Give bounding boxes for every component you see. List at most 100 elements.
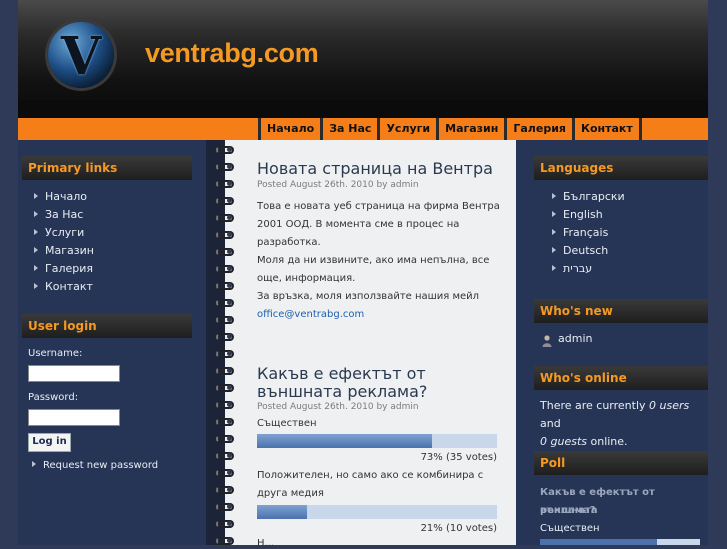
spiral-hole	[227, 181, 232, 186]
article-title-new-site[interactable]: Новата страница на Вентра	[257, 159, 493, 178]
article-title-poll-line2[interactable]: външната реклама?	[257, 382, 427, 401]
spiral-hole	[227, 453, 232, 458]
page: V ventrabg.com Начало За Нас Услуги Мага…	[18, 0, 708, 549]
poll-bar-track	[257, 505, 497, 519]
nav-item-services[interactable]: Услуги	[377, 118, 436, 140]
whos-new-title: Who's new	[534, 299, 708, 323]
bullet-icon	[34, 193, 38, 199]
primary-link-label: Услуги	[45, 226, 85, 239]
poll-bar-track	[257, 434, 497, 448]
nav-item-gallery[interactable]: Галерия	[504, 118, 572, 140]
poll-choice-text-cutoff: Н...	[257, 538, 275, 549]
language-label: Deutsch	[563, 244, 609, 257]
spiral-hole	[227, 164, 232, 169]
primary-link-gallery[interactable]: Галерия	[34, 262, 93, 275]
article-body: Това е новата уеб страница на фирма Вент…	[257, 198, 507, 324]
main-navigation-bar: Начало За Нас Услуги Магазин Галерия Кон…	[18, 118, 708, 140]
poll-choice-text: Положителен, но само ако се комбинира с	[257, 470, 484, 481]
login-button[interactable]: Log in	[28, 433, 71, 452]
spiral-hole	[227, 334, 232, 339]
spiral-hole	[227, 215, 232, 220]
primary-link-services[interactable]: Услуги	[34, 226, 84, 239]
spiral-hole	[227, 198, 232, 203]
bullet-icon	[32, 461, 36, 467]
language-label: עברית	[563, 262, 593, 275]
poll-question-line: реклама?	[540, 505, 596, 516]
article-body-line: Моля да ни извините, ако има непълна, вс…	[257, 255, 490, 266]
spiral-hole	[227, 504, 232, 509]
primary-link-contact[interactable]: Контакт	[34, 280, 93, 293]
article-body-line: За връзка, моля използвайте нашия мейл	[257, 291, 480, 302]
spiral-hole	[227, 147, 232, 152]
language-english[interactable]: English	[552, 208, 603, 221]
primary-link-about[interactable]: За Нас	[34, 208, 83, 221]
site-name[interactable]: ventrabg.com	[145, 38, 319, 69]
bullet-icon	[34, 229, 38, 235]
spiral-hole	[227, 470, 232, 475]
spiral-hole	[227, 521, 232, 526]
email-link[interactable]: office@ventrabg.com	[257, 306, 507, 324]
language-label: English	[563, 208, 603, 221]
whos-online-text-part: and	[540, 417, 561, 430]
bullet-icon	[552, 193, 556, 199]
article-body-line: Това е новата уеб страница на фирма Вент…	[257, 201, 500, 212]
poll-choice-label: Съществен	[540, 523, 600, 534]
article-body-line: 2001 ООД. В момента сме в процес на	[257, 219, 460, 230]
bullet-icon	[552, 247, 556, 253]
bullet-icon	[552, 229, 556, 235]
language-hebrew[interactable]: עברית	[552, 262, 592, 275]
request-new-password-link[interactable]: Request new password	[32, 460, 158, 471]
poll-bar-fill	[257, 505, 308, 519]
bullet-icon	[34, 211, 38, 217]
languages-title: Languages	[534, 156, 708, 180]
poll-bar-fill	[257, 434, 433, 448]
users-count: 0 users	[649, 399, 690, 412]
spiral-hole	[227, 249, 232, 254]
nav-item-contact[interactable]: Контакт	[571, 118, 642, 140]
header: V ventrabg.com	[18, 0, 708, 118]
password-label: Password:	[28, 392, 79, 403]
primary-links-title: Primary links	[22, 156, 192, 180]
primary-link-home[interactable]: Начало	[34, 190, 87, 203]
whos-online-title: Who's online	[534, 366, 708, 390]
whos-online-text-part: There are currently	[540, 399, 650, 412]
spiral-hole	[227, 402, 232, 407]
spiral-hole	[227, 368, 232, 373]
poll-submitted-info: Posted August 26th. 2010 by admin	[257, 402, 419, 412]
article-submitted-info: Posted August 26th. 2010 by admin	[257, 180, 419, 190]
primary-link-label: Магазин	[45, 244, 94, 257]
username-input[interactable]	[28, 365, 120, 382]
poll-choice-text: друга медия	[257, 488, 324, 499]
language-german[interactable]: Deutsch	[552, 244, 608, 257]
spiral-hole	[227, 232, 232, 237]
bullet-icon	[34, 247, 38, 253]
new-user-link[interactable]: admin	[558, 330, 592, 348]
nav-item-about[interactable]: За Нас	[320, 118, 377, 140]
poll-result-caption: 73% (35 votes)	[420, 452, 497, 463]
language-french[interactable]: Français	[552, 226, 608, 239]
spiral-hole	[227, 317, 232, 322]
primary-link-shop[interactable]: Магазин	[34, 244, 94, 257]
primary-link-label: За Нас	[45, 208, 84, 221]
spiral-hole	[227, 351, 232, 356]
bullet-icon	[552, 265, 556, 271]
user-icon	[542, 335, 552, 347]
bullet-icon	[552, 211, 556, 217]
language-label: Български	[563, 190, 625, 203]
nav-item-shop[interactable]: Магазин	[436, 118, 504, 140]
password-input[interactable]	[28, 409, 120, 426]
primary-link-label: Контакт	[45, 280, 93, 293]
site-logo[interactable]: V	[48, 22, 114, 88]
whos-online-text: There are currently 0 users and 0 guests…	[540, 397, 705, 451]
logo-letter: V	[60, 26, 102, 87]
article-title-poll-line1[interactable]: Какъв е ефектът от	[257, 364, 426, 383]
user-login-title: User login	[22, 314, 192, 338]
spiral-hole	[227, 538, 232, 543]
language-bulgarian[interactable]: Български	[552, 190, 625, 203]
whos-online-text-part: online.	[587, 435, 628, 448]
notebook-spiral	[210, 140, 238, 545]
sidebar-poll-bar-track	[540, 539, 700, 545]
article-body-line: още, информация.	[257, 273, 356, 284]
nav-item-home[interactable]: Начало	[258, 118, 320, 140]
request-password-label: Request new password	[43, 460, 159, 471]
